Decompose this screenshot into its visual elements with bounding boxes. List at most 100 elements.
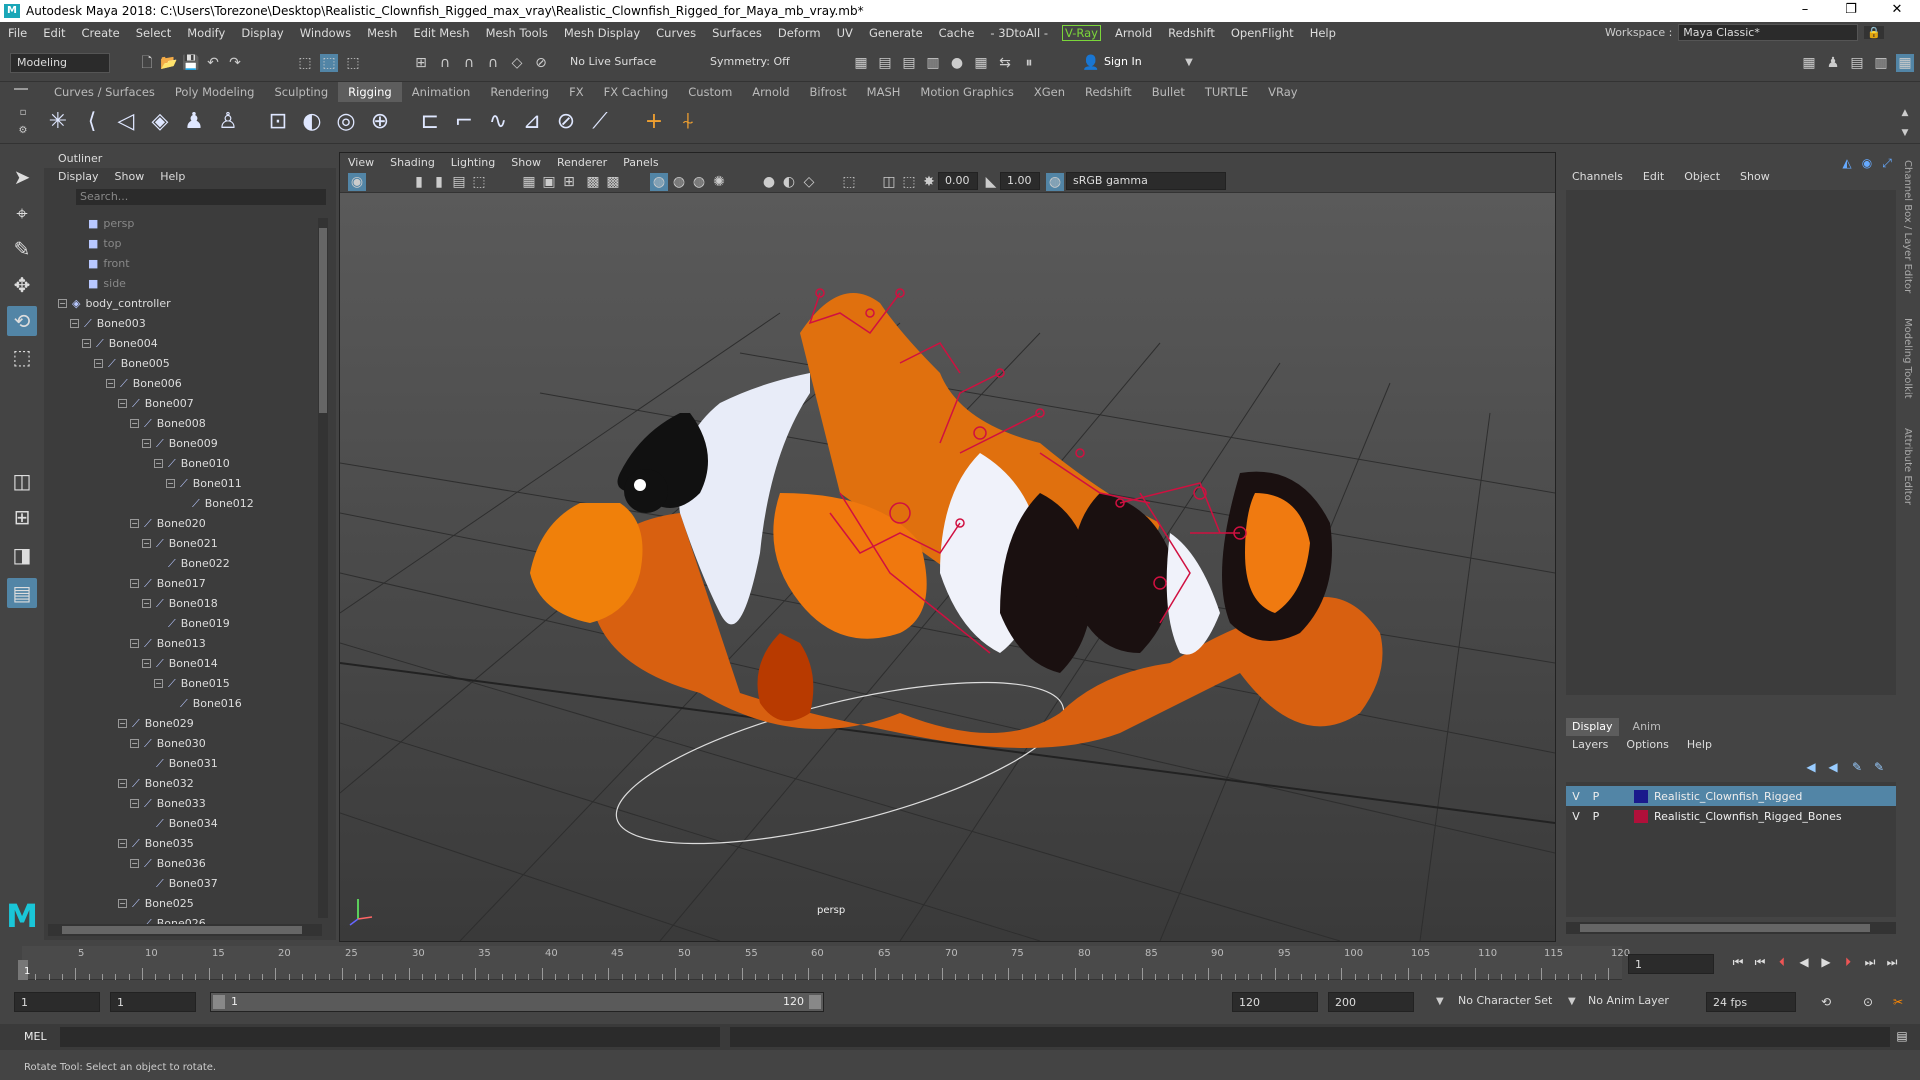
attribute-editor-icon[interactable]: ▤ <box>1848 54 1866 72</box>
menu-surfaces[interactable]: Surfaces <box>704 26 770 40</box>
create-joints-icon[interactable]: ✳ <box>44 108 72 136</box>
layer-playback-toggle[interactable]: P <box>1586 810 1606 823</box>
channel-box-icon[interactable]: ▦ <box>1896 54 1914 72</box>
shelf-tab-motion-graphics[interactable]: Motion Graphics <box>910 82 1023 102</box>
color-management-icon[interactable]: ◍ <box>1046 173 1064 191</box>
outliner-item[interactable]: ■ front <box>88 254 130 274</box>
select-object-icon[interactable]: ⬚ <box>320 54 338 72</box>
shelf-tab-rigging[interactable]: Rigging <box>338 82 402 102</box>
expand-toggle-icon[interactable]: − <box>106 379 115 388</box>
xray-joints-icon[interactable]: ◍ <box>690 173 708 191</box>
expand-toggle-icon[interactable]: − <box>142 539 151 548</box>
edit-menu[interactable]: Edit <box>1643 170 1664 183</box>
options-menu[interactable]: Options <box>1626 738 1668 751</box>
ik-fk-switch-icon[interactable]: ⍭ <box>674 108 702 136</box>
orient-constraint-icon[interactable]: ⟋ <box>586 108 614 136</box>
new-scene-icon[interactable]: 🗋 <box>138 54 156 72</box>
anim-prefs-icon[interactable]: ✂ <box>1890 994 1906 1010</box>
expand-toggle-icon[interactable]: − <box>154 459 163 468</box>
menu-curves[interactable]: Curves <box>648 26 704 40</box>
menu-generate[interactable]: Generate <box>861 26 931 40</box>
shelf-tab-animation[interactable]: Animation <box>402 82 481 102</box>
film-gate-icon[interactable]: ⬚ <box>470 173 488 191</box>
shelf-tab-custom[interactable]: Custom <box>678 82 742 102</box>
single-view-icon[interactable]: ◫ <box>7 466 37 496</box>
outliner-item[interactable]: ⟋ Bone015 <box>168 674 230 694</box>
shelf-tab-poly-modeling[interactable]: Poly Modeling <box>165 82 265 102</box>
outliner-item[interactable]: ⟋ Bone019 <box>168 614 230 634</box>
outliner-item[interactable]: ⟋ Bone005 <box>108 354 170 374</box>
vray-render-icon[interactable]: ▦ <box>972 54 990 72</box>
go-to-end-icon[interactable]: ⏭ <box>1884 954 1900 970</box>
snap-grid-icon[interactable]: ⊞ <box>412 54 430 72</box>
gamma-icon[interactable]: ◣ <box>982 173 1000 191</box>
show-menu[interactable]: Show <box>1740 170 1770 183</box>
shelf-tab-redshift[interactable]: Redshift <box>1075 82 1142 102</box>
side-tab-modeling-toolkit[interactable]: Modeling Toolkit <box>1902 318 1913 399</box>
menu-uv[interactable]: UV <box>829 26 861 40</box>
range-slider[interactable]: 1 120 <box>210 992 824 1012</box>
ipr-render-icon[interactable]: ▤ <box>900 54 918 72</box>
play-forward-icon[interactable]: ▶ <box>1818 954 1834 970</box>
aim-constraint-icon[interactable]: ⊘ <box>552 108 580 136</box>
modeling-toolkit-icon[interactable]: ▦ <box>1800 54 1818 72</box>
mirror-joint-icon[interactable]: ◁ <box>112 108 140 136</box>
help-menu[interactable]: Help <box>1687 738 1712 751</box>
lock-icon[interactable]: 🔒 <box>1864 26 1884 39</box>
expand-toggle-icon[interactable]: − <box>154 679 163 688</box>
menu-create[interactable]: Create <box>74 26 128 40</box>
two-view-icon[interactable]: ◨ <box>7 540 37 570</box>
outliner-item[interactable]: ⟋ Bone011 <box>180 474 242 494</box>
select-hierarchy-icon[interactable]: ⬚ <box>296 54 314 72</box>
menu-modify[interactable]: Modify <box>179 26 233 40</box>
menu-help[interactable]: Help <box>1302 26 1344 40</box>
anim-end-field[interactable]: 120 <box>1232 992 1318 1012</box>
scale-tool-icon[interactable]: ⬚ <box>7 342 37 372</box>
render-settings-icon[interactable]: ▥ <box>924 54 942 72</box>
expand-toggle-icon[interactable]: − <box>130 639 139 648</box>
move-tool-icon[interactable]: ✥ <box>7 270 37 300</box>
outliner-item[interactable]: ⟋ Bone032 <box>132 774 194 794</box>
menu-redshift[interactable]: Redshift <box>1160 26 1223 40</box>
layer-visibility-toggle[interactable]: V <box>1566 790 1586 803</box>
viewport-menu-view[interactable]: View <box>340 156 382 169</box>
layer-row[interactable]: V P Realistic_Clownfish_Rigged <box>1566 786 1896 806</box>
shelf-tab-mash[interactable]: MASH <box>857 82 911 102</box>
cluster-icon[interactable]: ⊕ <box>366 108 394 136</box>
render-frame-icon[interactable]: ▤ <box>876 54 894 72</box>
outliner-item[interactable]: ■ top <box>88 234 121 254</box>
mel-label[interactable]: MEL <box>24 1030 47 1043</box>
menu-mesh-display[interactable]: Mesh Display <box>556 26 648 40</box>
expand-toggle-icon[interactable]: − <box>70 319 79 328</box>
auto-key-icon[interactable]: ⊙ <box>1860 994 1876 1010</box>
lights-icon[interactable]: ▩ <box>604 173 622 191</box>
menu-mesh[interactable]: Mesh <box>359 26 405 40</box>
outliner-item[interactable]: ⟋ Bone021 <box>156 534 218 554</box>
outliner-item[interactable]: ⟋ Bone014 <box>156 654 218 674</box>
motion-blur-icon[interactable]: ◐ <box>780 173 798 191</box>
channel-box-options-icon[interactable]: ◭ <box>1838 154 1856 172</box>
time-ruler[interactable]: 5 10 15 20 25 30 35 40 45 50 55 60 65 70 75 80 85 90 95 100… <box>22 946 1630 980</box>
expand-toggle-icon[interactable]: − <box>130 419 139 428</box>
shelf-tab-curves-surfaces[interactable]: Curves / Surfaces <box>44 82 165 102</box>
viewport-menu-shading[interactable]: Shading <box>382 156 443 169</box>
isolate-select-icon[interactable]: ⬚ <box>840 173 858 191</box>
step-back-frame-icon[interactable]: ⏴ <box>1774 954 1790 970</box>
tool-settings-icon[interactable]: ▥ <box>1872 54 1890 72</box>
object-menu[interactable]: Object <box>1684 170 1720 183</box>
layer-playback-toggle[interactable]: P <box>1586 790 1606 803</box>
anim-start-field[interactable]: 1 <box>110 992 196 1012</box>
snap-surface-icon[interactable]: ◇ <box>508 54 526 72</box>
expand-toggle-icon[interactable]: − <box>130 739 139 748</box>
viewport-menu-lighting[interactable]: Lighting <box>443 156 503 169</box>
outliner-item[interactable]: ■ persp <box>88 214 134 234</box>
shelf-collapse-icon[interactable]: ▫ <box>14 104 32 122</box>
symmetry-dropdown[interactable]: Symmetry: Off <box>704 53 804 73</box>
outliner-search-input[interactable]: Search... <box>76 189 326 205</box>
menu-set-dropdown[interactable]: Modeling <box>10 53 110 73</box>
smooth-shade-icon[interactable]: ▣ <box>540 173 558 191</box>
outliner-item[interactable]: ⟋ Bone018 <box>156 594 218 614</box>
snap-point-icon[interactable]: ∩ <box>460 54 478 72</box>
orient-joint-icon[interactable]: ◈ <box>146 108 174 136</box>
scene-start-field[interactable]: 1 <box>14 992 100 1012</box>
